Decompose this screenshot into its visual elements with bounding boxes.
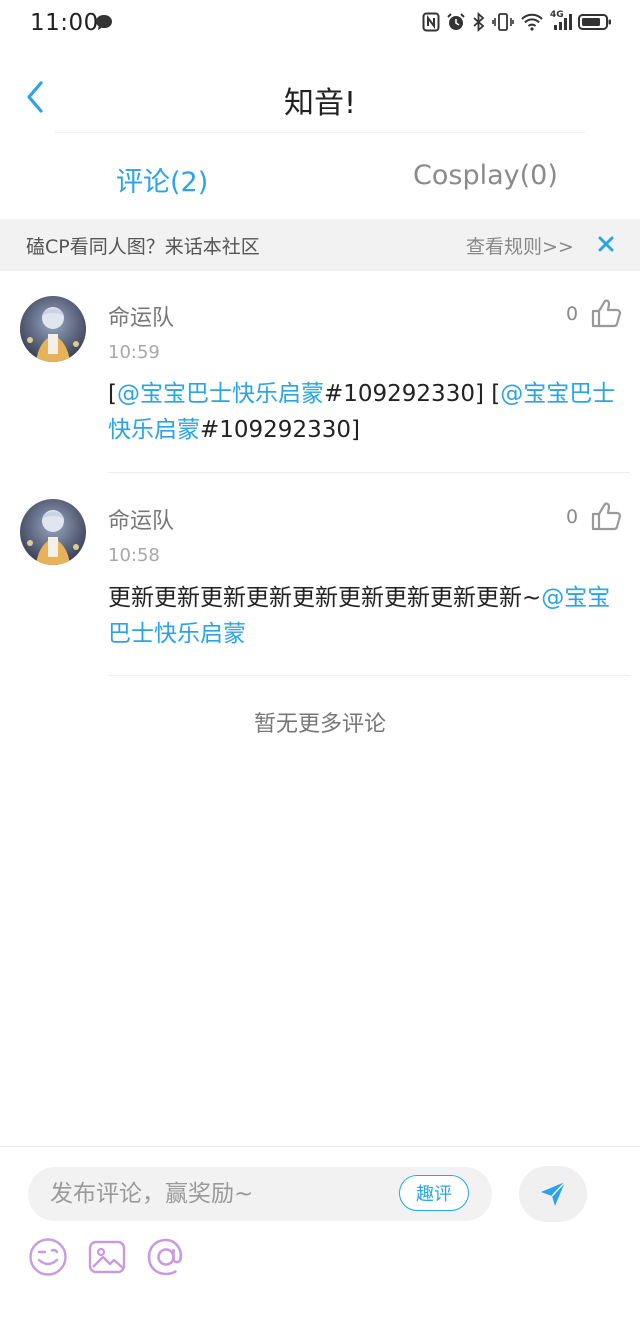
thumbs-up-icon <box>591 299 622 328</box>
comment-username[interactable]: 命运队 <box>108 503 174 535</box>
notice-text: 磕CP看同人图？来话本社区 <box>26 236 260 258</box>
quping-button[interactable]: 趣评 <box>399 1175 469 1211</box>
nfc-icon <box>422 12 440 32</box>
comment-text: #109292330] <box>200 417 360 443</box>
like-count: 0 <box>566 303 579 325</box>
comment-divider <box>108 472 630 473</box>
comment-time: 10:58 <box>108 545 160 566</box>
comment-divider <box>108 675 630 676</box>
avatar[interactable] <box>20 296 86 362</box>
signal-icon <box>554 14 572 30</box>
status-icons: 4G <box>422 10 612 32</box>
send-icon <box>541 1181 566 1206</box>
comment-username[interactable]: 命运队 <box>108 300 174 332</box>
notice-bar: 磕CP看同人图？来话本社区 查看规则>> <box>0 219 640 271</box>
comment-time: 10:59 <box>108 342 160 363</box>
battery-icon <box>578 14 611 30</box>
status-time: 11:00 <box>30 10 99 36</box>
network-type: 4G <box>550 10 572 32</box>
tab-cosplay[interactable]: Cosplay(0) <box>413 160 558 191</box>
avatar[interactable] <box>20 499 86 565</box>
like-count: 0 <box>566 506 579 528</box>
thumbs-up-icon <box>591 502 622 531</box>
mention-link[interactable]: @宝宝巴士快乐启蒙 <box>117 381 324 407</box>
status-bar: 11:00 4G <box>0 0 640 50</box>
comment-body: 更新更新更新更新更新更新更新更新更新~@宝宝巴士快乐启蒙 <box>108 580 618 652</box>
like-button[interactable] <box>590 500 624 532</box>
send-button[interactable] <box>519 1166 587 1222</box>
image-icon[interactable] <box>86 1236 128 1278</box>
chat-notification-icon <box>94 13 114 37</box>
comment-text: 更新更新更新更新更新更新更新更新更新~ <box>108 585 542 611</box>
at-icon[interactable] <box>145 1236 187 1278</box>
nav-bar: 知音! <box>0 60 640 134</box>
emoji-icon[interactable] <box>27 1236 69 1278</box>
alarm-icon <box>447 13 465 30</box>
no-more-comments: 暂无更多评论 <box>253 712 386 737</box>
wifi-icon <box>521 13 543 31</box>
bluetooth-icon <box>473 12 485 32</box>
page-title: 知音! <box>283 86 357 121</box>
nav-divider <box>55 132 585 133</box>
comment-body: [@宝宝巴士快乐启蒙#109292330] [@宝宝巴士快乐启蒙#1092923… <box>108 376 618 448</box>
notice-close-button[interactable] <box>594 231 618 257</box>
tab-comments[interactable]: 评论(2) <box>116 160 208 199</box>
comment-text: [ <box>108 381 117 407</box>
close-icon <box>598 236 614 252</box>
comment-text: #109292330] [ <box>323 381 501 407</box>
like-button[interactable] <box>590 297 624 329</box>
view-rules-link[interactable]: 查看规则>> <box>466 232 574 259</box>
vibrate-icon <box>492 13 514 31</box>
